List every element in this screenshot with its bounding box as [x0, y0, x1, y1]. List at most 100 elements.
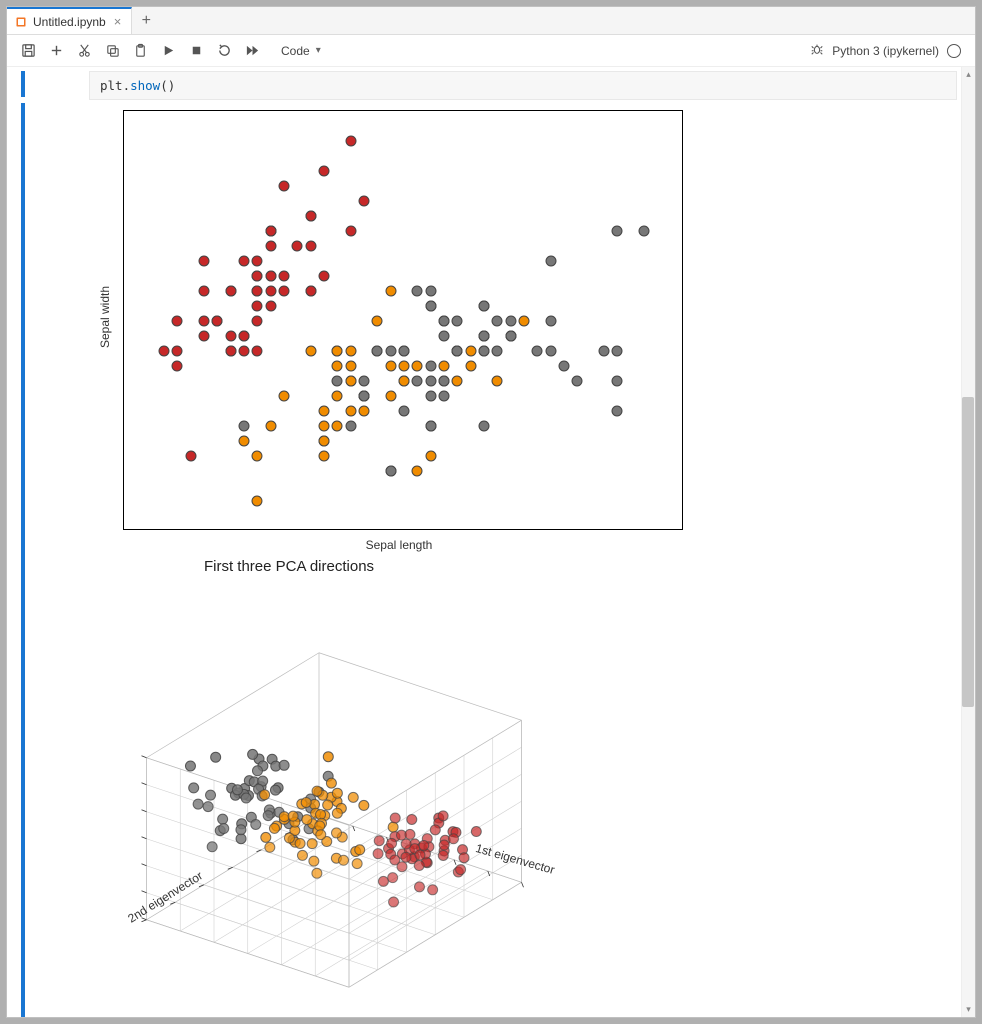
save-button[interactable]	[15, 39, 41, 63]
data-point	[545, 316, 556, 327]
data-point-3d	[438, 850, 448, 860]
data-point	[425, 391, 436, 402]
data-point	[492, 316, 503, 327]
code-cell[interactable]: plt.show()	[89, 71, 957, 100]
data-point-3d	[339, 855, 349, 865]
data-point	[612, 406, 623, 417]
data-point	[319, 406, 330, 417]
data-point	[159, 346, 170, 357]
data-point	[479, 346, 490, 357]
data-point	[479, 331, 490, 342]
run-button[interactable]	[155, 39, 181, 63]
data-point	[265, 421, 276, 432]
add-tab-button[interactable]: +	[134, 9, 158, 33]
data-point-3d	[252, 766, 262, 776]
close-icon[interactable]: ×	[112, 14, 124, 29]
data-point	[199, 286, 210, 297]
data-point	[212, 316, 223, 327]
data-point	[239, 421, 250, 432]
restart-button[interactable]	[211, 39, 237, 63]
data-point-3d	[207, 842, 217, 852]
data-point-3d	[263, 811, 273, 821]
insert-cell-button[interactable]	[43, 39, 69, 63]
data-point-3d	[219, 824, 229, 834]
plot-area	[123, 110, 683, 530]
data-point-3d	[414, 861, 424, 871]
data-point	[359, 406, 370, 417]
data-point-3d	[459, 853, 469, 863]
data-point-3d	[378, 876, 388, 886]
data-point-3d	[248, 749, 258, 759]
data-point-3d	[428, 885, 438, 895]
data-point	[359, 376, 370, 387]
data-point	[359, 391, 370, 402]
data-point-3d	[316, 830, 326, 840]
copy-button[interactable]	[99, 39, 125, 63]
run-all-button[interactable]	[239, 39, 265, 63]
data-point	[292, 241, 303, 252]
data-point-3d	[352, 859, 362, 869]
data-point-3d	[448, 834, 458, 844]
data-point	[412, 361, 423, 372]
toolbar: Code ▾ Python 3 (ipykernel)	[7, 35, 975, 67]
data-point	[505, 316, 516, 327]
data-point	[572, 376, 583, 387]
data-point	[265, 271, 276, 282]
data-point	[425, 301, 436, 312]
data-point-3d	[332, 808, 342, 818]
scrollbar-up-icon[interactable]: ▴	[962, 69, 975, 80]
data-point-3d	[389, 897, 399, 907]
data-point	[492, 346, 503, 357]
notebook-tab[interactable]: Untitled.ipynb ×	[7, 7, 132, 34]
data-point-3d	[374, 836, 384, 846]
data-point	[172, 361, 183, 372]
data-point-3d	[218, 814, 228, 824]
stop-button[interactable]	[183, 39, 209, 63]
data-point	[439, 391, 450, 402]
data-point	[252, 271, 263, 282]
data-point	[412, 286, 423, 297]
data-point-3d	[232, 785, 242, 795]
y3d-label: 2nd eigenvector	[125, 868, 205, 925]
kernel-idle-icon[interactable]	[947, 44, 961, 58]
data-point-3d	[414, 882, 424, 892]
notebook-body: plt.show() Sepal width Sepal length Firs…	[7, 67, 975, 1017]
cut-button[interactable]	[71, 39, 97, 63]
data-point-3d	[260, 790, 270, 800]
data-point	[305, 286, 316, 297]
cell-gutter-code	[21, 71, 25, 97]
data-point-3d	[265, 842, 275, 852]
data-point	[385, 466, 396, 477]
scrollbar[interactable]: ▴ ▾	[961, 67, 975, 1017]
data-point	[332, 346, 343, 357]
data-point-3d	[373, 849, 383, 859]
cell-gutter-output	[21, 103, 25, 1017]
data-point	[465, 346, 476, 357]
data-point-3d	[301, 797, 311, 807]
data-point	[399, 406, 410, 417]
scrollbar-down-icon[interactable]: ▾	[962, 1004, 975, 1015]
data-point-3d	[355, 845, 365, 855]
data-point	[252, 256, 263, 267]
data-point-3d	[251, 819, 261, 829]
scrollbar-thumb[interactable]	[962, 397, 974, 707]
bug-icon[interactable]	[810, 42, 824, 59]
data-point-3d	[241, 793, 251, 803]
data-point	[332, 361, 343, 372]
data-point	[545, 346, 556, 357]
data-point	[319, 271, 330, 282]
data-point-3d	[430, 825, 440, 835]
data-point-3d	[270, 785, 280, 795]
data-point	[199, 331, 210, 342]
celltype-dropdown[interactable]: Code ▾	[273, 42, 329, 60]
plot3d-canvas: 1st eigenvector2nd eigenvector3rd eigenv…	[89, 595, 569, 1017]
data-point	[425, 361, 436, 372]
data-point-3d	[456, 865, 466, 875]
paste-button[interactable]	[127, 39, 153, 63]
y-axis-label: Sepal width	[98, 277, 112, 357]
data-point	[519, 316, 530, 327]
kernel-name[interactable]: Python 3 (ipykernel)	[832, 44, 939, 58]
data-point	[399, 361, 410, 372]
data-point	[612, 346, 623, 357]
chart-title-3d: First three PCA directions	[29, 558, 549, 575]
